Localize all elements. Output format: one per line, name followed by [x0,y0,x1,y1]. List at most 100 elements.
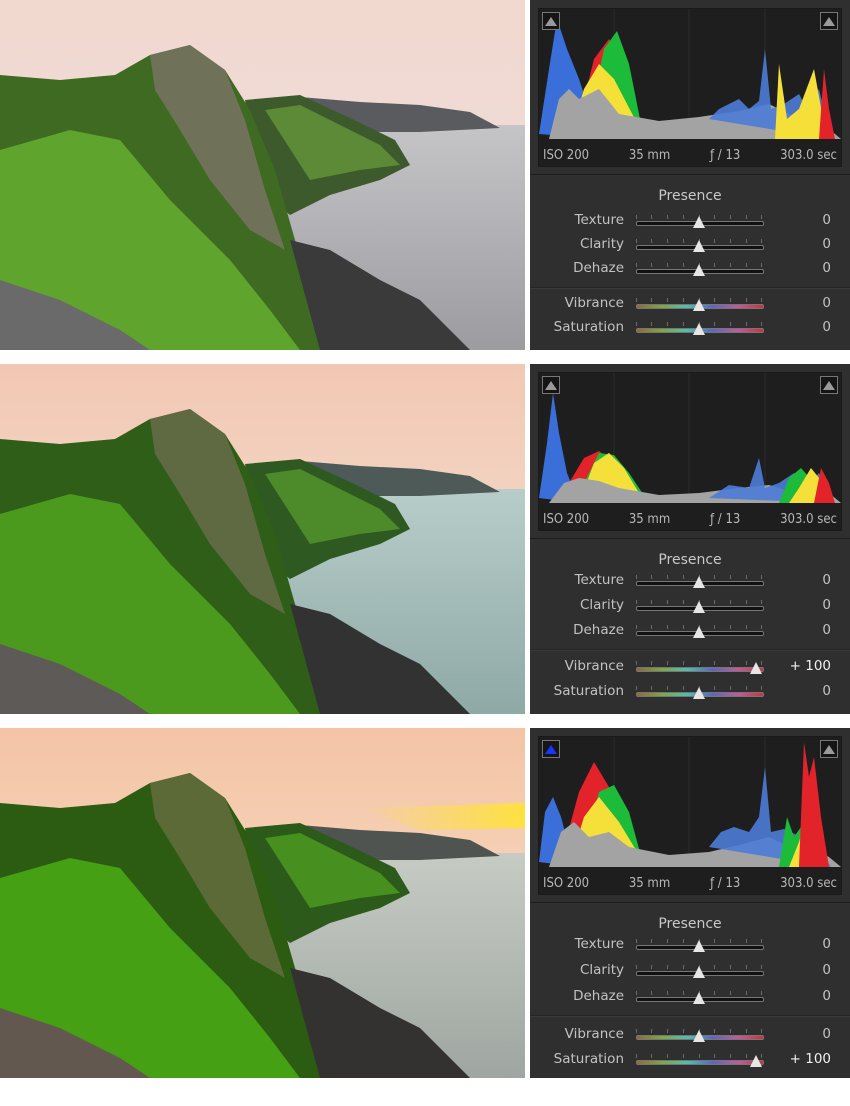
saturation-label: Saturation [553,319,624,335]
saturation-value[interactable]: + 100 [790,1051,831,1067]
shadow-clipping-icon [545,16,557,26]
saturation-value[interactable]: 0 [822,319,831,335]
texture-slider-thumb[interactable] [693,940,705,952]
exif-info: ISO 200 35 mm ƒ / 13 303.0 sec [539,872,841,894]
aperture-value: ƒ / 13 [709,875,741,891]
saturation-slider-thumb[interactable] [693,687,705,699]
iso-value: ISO 200 [543,875,590,891]
vibrance-slider-thumb[interactable] [693,1030,705,1042]
clarity-slider-row: Clarity 0 [530,960,850,984]
texture-slider[interactable] [636,934,764,958]
clarity-slider[interactable] [636,595,764,619]
vibrance-slider[interactable] [636,293,764,317]
clarity-slider[interactable] [636,234,764,258]
dehaze-slider[interactable] [636,258,764,282]
dehaze-slider-row: Dehaze 0 [530,986,850,1010]
vibrance-slider[interactable] [636,656,764,680]
divider [530,538,850,539]
texture-slider-row: Texture 0 [530,210,850,234]
vibrance-slider-row: Vibrance + 100 [530,656,850,680]
saturation-slider[interactable] [636,1049,764,1073]
saturation-slider-thumb[interactable] [693,323,705,335]
vibrance-value[interactable]: 0 [822,1026,831,1042]
saturation-label: Saturation [553,683,624,699]
dehaze-value[interactable]: 0 [822,988,831,1004]
vibrance-slider-thumb[interactable] [750,662,762,674]
saturation-slider[interactable] [636,681,764,705]
texture-label: Texture [574,572,624,588]
vibrance-label: Vibrance [564,1026,624,1042]
vibrance-slider[interactable] [636,1024,764,1048]
histogram: ISO 200 35 mm ƒ / 13 303.0 sec [538,372,842,531]
clarity-slider-row: Clarity 0 [530,234,850,258]
dehaze-slider[interactable] [636,986,764,1010]
texture-slider-row: Texture 0 [530,934,850,958]
shadow-clipping-button[interactable] [542,740,560,758]
shadow-clipping-icon [545,380,557,390]
shadow-clipping-icon [545,744,557,754]
saturation-value[interactable]: 0 [822,683,831,699]
dehaze-slider-thumb[interactable] [693,992,705,1004]
clarity-value[interactable]: 0 [822,597,831,613]
shadow-clipping-button[interactable] [542,12,560,30]
saturation-slider-row: Saturation 0 [530,681,850,705]
presence-section-title: Presence [658,552,722,568]
dehaze-slider-row: Dehaze 0 [530,620,850,644]
highlight-clipping-button[interactable] [820,12,838,30]
dehaze-slider-thumb[interactable] [693,264,705,276]
clarity-label: Clarity [579,962,624,978]
saturation-slider[interactable] [636,317,764,341]
clarity-value[interactable]: 0 [822,962,831,978]
texture-slider-row: Texture 0 [530,570,850,594]
exif-info: ISO 200 35 mm ƒ / 13 303.0 sec [539,144,841,166]
vibrance-value[interactable]: + 100 [790,658,831,674]
clarity-slider[interactable] [636,960,764,984]
highlight-clipping-button[interactable] [820,740,838,758]
divider [530,174,850,175]
clarity-label: Clarity [579,236,624,252]
dehaze-slider-thumb[interactable] [693,626,705,638]
highlight-clipping-icon [823,744,835,754]
shutter-speed: 303.0 sec [780,511,837,527]
iso-value: ISO 200 [543,511,590,527]
dehaze-slider[interactable] [636,620,764,644]
histogram-graph [539,373,841,503]
develop-panel: ISO 200 35 mm ƒ / 13 303.0 sec Presence … [530,0,850,350]
dehaze-value[interactable]: 0 [822,260,831,276]
dehaze-value[interactable]: 0 [822,622,831,638]
landscape-photo-saturation [0,728,525,1078]
clarity-slider-thumb[interactable] [693,966,705,978]
texture-slider-thumb[interactable] [693,576,705,588]
saturation-slider-thumb[interactable] [750,1055,762,1067]
texture-value[interactable]: 0 [822,936,831,952]
focal-length: 35 mm [628,511,671,527]
clarity-slider-thumb[interactable] [693,601,705,613]
clarity-label: Clarity [579,597,624,613]
highlight-clipping-button[interactable] [820,376,838,394]
clarity-slider-thumb[interactable] [693,240,705,252]
shutter-speed: 303.0 sec [780,875,837,891]
texture-label: Texture [574,936,624,952]
texture-slider[interactable] [636,570,764,594]
presence-section-title: Presence [658,916,722,932]
vibrance-value[interactable]: 0 [822,295,831,311]
vibrance-label: Vibrance [564,658,624,674]
shutter-speed: 303.0 sec [780,147,837,163]
clarity-value[interactable]: 0 [822,236,831,252]
vibrance-slider-row: Vibrance 0 [530,293,850,317]
texture-slider[interactable] [636,210,764,234]
shadow-clipping-button[interactable] [542,376,560,394]
highlight-clipping-icon [823,16,835,26]
dehaze-label: Dehaze [573,988,624,1004]
aperture-value: ƒ / 13 [709,511,741,527]
vibrance-slider-row: Vibrance 0 [530,1024,850,1048]
highlight-clipping-icon [823,380,835,390]
texture-value[interactable]: 0 [822,572,831,588]
vibrance-slider-thumb[interactable] [693,299,705,311]
focal-length: 35 mm [628,875,671,891]
texture-slider-thumb[interactable] [693,216,705,228]
histogram-graph [539,9,841,139]
texture-value[interactable]: 0 [822,212,831,228]
histogram: ISO 200 35 mm ƒ / 13 303.0 sec [538,8,842,167]
saturation-slider-row: Saturation 0 [530,317,850,341]
